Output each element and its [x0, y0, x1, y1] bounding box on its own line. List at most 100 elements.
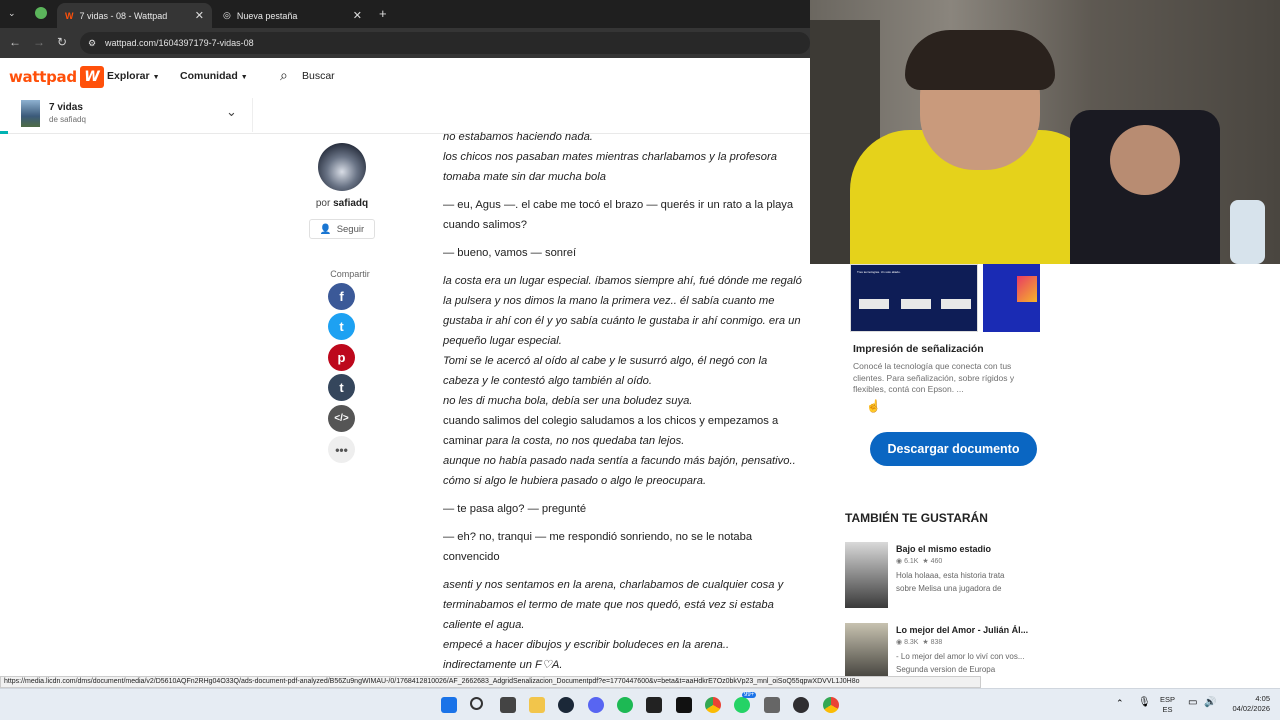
volume-icon[interactable]: 🔊	[1204, 697, 1216, 708]
follow-button[interactable]: 👤 Seguir	[309, 219, 375, 239]
search-input[interactable]: Buscar	[302, 70, 335, 82]
browser-toolbar: ← → ↻ ⚙ wattpad.com/1604397179-7-vidas-0…	[0, 28, 810, 58]
divider	[252, 98, 253, 132]
tab-title: Nueva pestaña	[236, 10, 298, 21]
also-like-heading: TAMBIÉN TE GUSTARÁN	[845, 511, 988, 525]
lang-bottom: ES	[1162, 705, 1173, 714]
close-tab-icon[interactable]: ✕	[195, 9, 204, 22]
network-icon[interactable]: ▭	[1188, 697, 1197, 708]
nav-explore[interactable]: Explorar ▼	[107, 70, 160, 82]
tab-title: 7 vidas - 08 - Wattpad	[79, 10, 168, 21]
chrome-icon[interactable]	[705, 697, 721, 713]
story-paragraph: — eh? no, tranqui — me respondió sonrien…	[443, 527, 805, 567]
twitter-icon[interactable]: t	[328, 313, 355, 340]
ad-title[interactable]: Impresión de señalización	[853, 343, 984, 355]
author-avatar[interactable]	[318, 143, 366, 191]
microphone-icon[interactable]: 🎙	[1138, 697, 1151, 708]
wattpad-w-icon: W	[79, 66, 104, 88]
clock-date: 04/02/2026	[1232, 704, 1270, 713]
nav-explore-label: Explorar	[107, 70, 150, 82]
paragraph-text: — bueno, vamos — sonreí	[443, 247, 577, 259]
clock-time: 4:05	[1255, 694, 1270, 703]
ad-image-secondary[interactable]	[983, 264, 1040, 332]
story-paragraph: asenti y nos sentamos en la arena, charl…	[443, 575, 805, 675]
obs-icon[interactable]	[793, 697, 809, 713]
story-cover[interactable]	[845, 542, 888, 608]
close-tab-icon[interactable]: ✕	[353, 9, 362, 22]
rec-votes: 838	[930, 639, 943, 646]
xbox-icon[interactable]	[35, 7, 47, 19]
author-byline: por safiadq	[280, 198, 404, 209]
spotify-icon[interactable]	[617, 697, 633, 713]
recommendation-item[interactable]: Bajo el mismo estadio ◉ 6.1K ★ 460 Hola …	[845, 542, 1035, 610]
file-explorer-icon[interactable]	[529, 697, 545, 713]
facebook-icon[interactable]: f	[328, 283, 355, 310]
windows-start-icon[interactable]	[441, 697, 457, 713]
paragraph-text: no estabamos haciendo nada. los chicos n…	[443, 131, 777, 183]
story-cover[interactable]	[845, 623, 888, 679]
url-text: wattpad.com/1604397179-7-vidas-08	[105, 38, 254, 48]
notification-badge: 99+	[742, 692, 757, 698]
embed-icon[interactable]: </>	[328, 405, 355, 432]
forward-icon[interactable]: →	[33, 35, 45, 49]
capcut-icon[interactable]	[676, 697, 692, 713]
site-info-icon[interactable]: ⚙	[88, 38, 96, 49]
tumblr-icon[interactable]: t	[328, 374, 355, 401]
download-document-button[interactable]: Descargar documento	[870, 432, 1037, 466]
story-paragraph: cuando salimos del colegio saludamos a l…	[443, 411, 805, 491]
rec-votes: 460	[930, 558, 943, 565]
story-title: 7 vidas	[49, 102, 83, 113]
paragraph-text: para la costa, no nos quedaba tan lejos.…	[443, 435, 796, 487]
webcam-overlay	[810, 0, 1280, 264]
rec-stats: ◉ 6.1K ★ 460	[896, 557, 942, 565]
chevron-down-icon[interactable]: ⌄	[226, 104, 237, 120]
wattpad-favicon-icon: W	[65, 10, 74, 21]
story-paragraph: no estabamos haciendo nada. los chicos n…	[443, 127, 805, 187]
steam-icon[interactable]	[558, 697, 574, 713]
ad-image-printers[interactable]: Tres tecnologías. Un solo aliado.	[850, 264, 978, 332]
story-paragraph: — eu, Agus —. el cabe me tocó el brazo —…	[443, 195, 805, 235]
tray-chevron-icon[interactable]: ⌃	[1116, 698, 1124, 709]
author-name-link[interactable]: safiadq	[333, 198, 368, 209]
second-person	[1110, 125, 1180, 195]
ad-image-carousel[interactable]: Tres tecnologías. Un solo aliado.	[850, 264, 1045, 334]
back-icon[interactable]: ←	[9, 35, 21, 49]
star-icon: ★	[922, 639, 929, 646]
address-bar[interactable]: ⚙ wattpad.com/1604397179-7-vidas-08	[80, 32, 810, 54]
tab-search-icon[interactable]: ⌄	[8, 8, 16, 19]
paragraph-text: — eh? no, tranqui — me respondió sonrien…	[443, 531, 753, 563]
wattpad-logo[interactable]: wattpad W	[9, 66, 104, 88]
tab-wattpad[interactable]: W 7 vidas - 08 - Wattpad ✕	[57, 3, 212, 28]
pinterest-icon[interactable]: p	[328, 344, 355, 371]
store-icon[interactable]	[500, 697, 516, 713]
status-url-bar: https://media.licdn.com/dms/document/med…	[0, 676, 981, 688]
language-indicator[interactable]: ESP ES	[1160, 695, 1175, 715]
logo-text: wattpad	[9, 68, 77, 86]
ad-graphic-icon	[1017, 276, 1037, 302]
story-paragraph: — te pasa algo? — pregunté	[443, 499, 805, 519]
chrome-profile-icon[interactable]	[823, 697, 839, 713]
rec-reads: 8.3K	[904, 639, 919, 646]
app-icon[interactable]	[764, 697, 780, 713]
search-icon[interactable]: ⌕	[280, 67, 288, 84]
follow-label: Seguir	[336, 223, 365, 235]
tab-new[interactable]: ◎ Nueva pestaña ✕	[215, 3, 370, 28]
caret-down-icon: ▼	[152, 74, 160, 81]
paragraph-text: asenti y nos sentamos en la arena, charl…	[443, 579, 784, 671]
whatsapp-icon[interactable]	[734, 697, 750, 713]
ad-description: Conocé la tecnología que conecta con tus…	[853, 361, 1015, 394]
rec-title[interactable]: Lo mejor del Amor - Julián Ál...	[896, 625, 1035, 635]
new-tab-button[interactable]: +	[379, 6, 387, 21]
rec-title[interactable]: Bajo el mismo estadio	[896, 544, 1036, 554]
search-icon[interactable]	[470, 697, 483, 710]
clock[interactable]: 4:05 04/02/2026	[1222, 694, 1270, 714]
nav-community[interactable]: Comunidad ▼	[180, 70, 248, 82]
story-paragraph: — bueno, vamos — sonreí	[443, 243, 805, 263]
epic-games-icon[interactable]	[646, 697, 662, 713]
more-icon[interactable]: •••	[328, 436, 355, 463]
windows-taskbar: 99+ ⌃ 🎙 ESP ES ▭ 🔊 4:05 04/02/2026	[0, 688, 1280, 720]
person-hair	[905, 30, 1055, 90]
recommendation-item[interactable]: Lo mejor del Amor - Julián Ál... ◉ 8.3K …	[845, 623, 1035, 679]
discord-icon[interactable]	[588, 697, 604, 713]
reload-icon[interactable]: ↻	[57, 35, 67, 49]
